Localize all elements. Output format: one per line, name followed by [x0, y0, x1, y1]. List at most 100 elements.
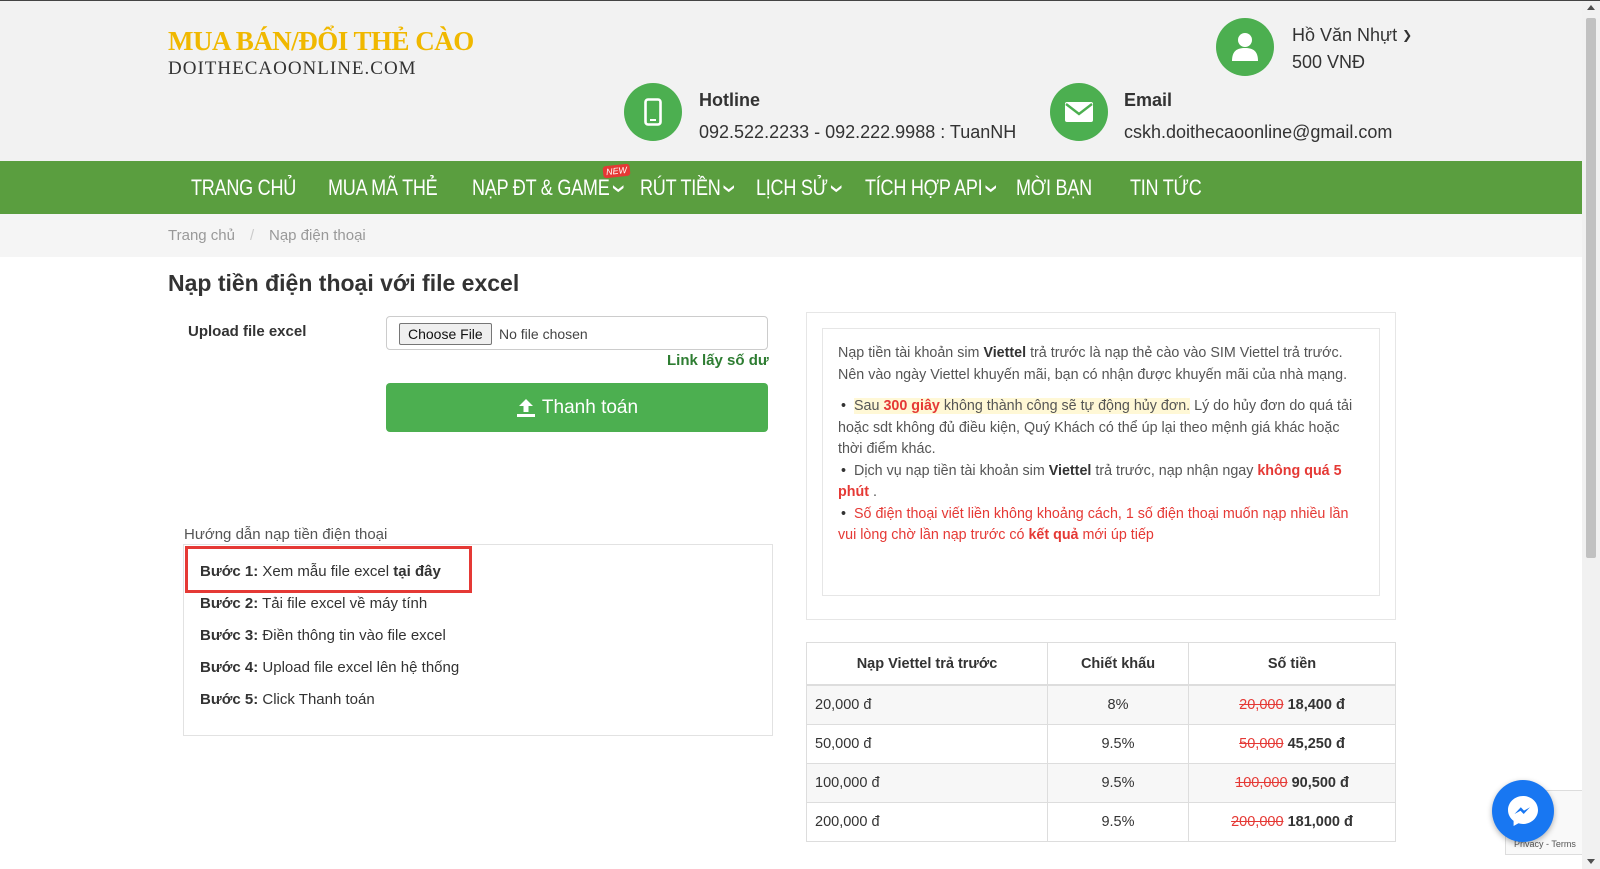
nav-label: NẠP ĐT & GAME: [472, 175, 610, 200]
new-price: 18,400 đ: [1287, 697, 1345, 713]
step-text: Click Thanh toán: [262, 691, 375, 708]
site-header: MUA BÁN/ĐỔI THẺ CÀO DOITHECAOONLINE.COM …: [0, 1, 1582, 161]
user-balance: 500 VNĐ: [1292, 52, 1366, 72]
cell-amount: 50,000 45,250 đ: [1188, 724, 1396, 764]
nav-item-invite[interactable]: MỜI BẠN: [1016, 161, 1092, 214]
email-value: cskh.doithecaoonline@gmail.com: [1124, 122, 1393, 142]
file-input[interactable]: Choose File No file chosen: [386, 316, 768, 350]
cell-denomination: 200,000 đ: [806, 802, 1048, 842]
guide-step-4: Bước 4: Upload file excel lên hệ thống: [200, 659, 459, 676]
breadcrumb-separator: /: [250, 227, 255, 244]
chevron-down-icon: ❯: [985, 183, 998, 194]
pay-button-label: Thanh toán: [541, 396, 639, 418]
table-row: 200,000 đ 9.5% 200,000 181,000 đ: [806, 802, 1396, 842]
nav-label: MUA MÃ THẺ: [328, 175, 438, 200]
guide-step-5: Bước 5: Click Thanh toán: [200, 691, 375, 708]
new-price: 45,250 đ: [1287, 736, 1345, 752]
step-label: Bước 4:: [200, 659, 259, 676]
table-row: 20,000 đ 8% 20,000 18,400 đ: [806, 684, 1396, 725]
step-text: Tải file excel về máy tính: [262, 595, 428, 612]
nav-item-home[interactable]: TRANG CHỦ: [191, 161, 296, 214]
scroll-down-icon[interactable]: [1587, 859, 1595, 864]
old-price: 100,000: [1235, 775, 1288, 791]
table-row: 50,000 đ 9.5% 50,000 45,250 đ: [806, 724, 1396, 764]
info-item-timeout: Sau 300 giây không thành công sẽ tự động…: [838, 396, 1365, 461]
scrollbar-thumb[interactable]: [1586, 18, 1596, 558]
col-header-amount: Số tiền: [1188, 642, 1396, 686]
old-price: 20,000: [1239, 697, 1284, 713]
chevron-down-icon: ❯: [723, 183, 736, 194]
nav-label: TRANG CHỦ: [191, 175, 297, 200]
choose-file-button[interactable]: Choose File: [399, 323, 492, 345]
col-header-discount: Chiết khấu: [1047, 642, 1189, 686]
cell-denomination: 20,000 đ: [806, 684, 1048, 725]
upload-label: Upload file excel: [188, 323, 307, 340]
logo-sub-text: DOITHECAOONLINE.COM: [168, 58, 417, 79]
nav-item-history[interactable]: LỊCH SỬ ❯: [756, 161, 843, 214]
cell-amount: 20,000 18,400 đ: [1188, 684, 1396, 725]
col-header-denomination: Nạp Viettel trả trước: [806, 642, 1048, 686]
user-avatar-icon[interactable]: [1216, 18, 1274, 76]
nav-label: TIN TỨC: [1130, 175, 1202, 200]
nav-label: MỜI BẠN: [1016, 175, 1092, 200]
new-price: 181,000 đ: [1287, 814, 1353, 830]
step-label: Bước 5:: [200, 691, 259, 708]
info-list: Sau 300 giây không thành công sẽ tự động…: [838, 396, 1365, 547]
cell-denomination: 100,000 đ: [806, 763, 1048, 803]
info-item-speed: Dịch vụ nạp tiền tài khoản sim Viettel t…: [838, 461, 1365, 504]
hotline-title: Hotline: [699, 90, 760, 110]
guide-title: Hướng dẫn nạp tiền điện thoại: [184, 526, 388, 543]
nav-item-api[interactable]: TÍCH HỢP API ❯: [865, 161, 998, 214]
step-label: Bước 3:: [200, 627, 259, 644]
upload-icon: [516, 398, 535, 417]
breadcrumb: Trang chủ / Nạp điện thoại: [0, 214, 1582, 257]
cell-amount: 100,000 90,500 đ: [1188, 763, 1396, 803]
breadcrumb-home[interactable]: Trang chủ: [168, 227, 235, 244]
old-price: 50,000: [1239, 736, 1284, 752]
pay-button[interactable]: Thanh toán: [386, 383, 768, 432]
main-nav: TRANG CHỦ MUA MÃ THẺ NẠP ĐT & GAME ❯ RÚT …: [0, 161, 1582, 214]
messenger-chat-button[interactable]: [1492, 780, 1554, 842]
cell-discount: 9.5%: [1047, 802, 1189, 842]
new-price: 90,500 đ: [1291, 775, 1349, 791]
envelope-icon: [1050, 83, 1108, 141]
cell-discount: 8%: [1047, 684, 1189, 725]
nav-item-news[interactable]: TIN TỨC: [1130, 161, 1202, 214]
balance-link[interactable]: Link lấy số dư: [667, 352, 769, 369]
file-status: No file chosen: [499, 326, 588, 342]
logo-main-text: MUA BÁN/ĐỔI THẺ CÀO: [168, 26, 474, 56]
chevron-down-icon: ❯: [1402, 28, 1413, 42]
cell-amount: 200,000 181,000 đ: [1188, 802, 1396, 842]
messenger-icon: [1508, 796, 1538, 826]
nav-item-withdraw[interactable]: RÚT TIỀN ❯: [640, 161, 736, 214]
guide-step-3: Bước 3: Điền thông tin vào file excel: [200, 627, 446, 644]
cell-discount: 9.5%: [1047, 724, 1189, 764]
old-price: 200,000: [1231, 814, 1284, 830]
email-title: Email: [1124, 90, 1173, 110]
user-menu-toggle[interactable]: Hồ Văn Nhựt ❯: [1292, 25, 1412, 46]
info-panel: Nạp tiền tài khoản sim Viettel trả trước…: [806, 312, 1396, 620]
hotline-value: 092.522.2233 - 092.222.9988 : TuanNH: [699, 122, 1017, 142]
site-logo[interactable]: MUA BÁN/ĐỔI THẺ CÀO DOITHECAOONLINE.COM: [168, 25, 474, 81]
table-header-row: Nạp Viettel trả trước Chiết khấu Số tiền: [806, 642, 1396, 686]
price-table: Nạp Viettel trả trước Chiết khấu Số tiền…: [806, 642, 1396, 842]
info-intro: Nạp tiền tài khoản sim Viettel trả trước…: [838, 345, 1348, 383]
breadcrumb-current: Nạp điện thoại: [269, 227, 366, 244]
nav-item-buy-card[interactable]: MUA MÃ THẺ: [328, 161, 438, 214]
step-label: Bước 2:: [200, 595, 259, 612]
nav-item-topup-game[interactable]: NẠP ĐT & GAME ❯: [472, 161, 625, 214]
scroll-up-icon[interactable]: [1587, 5, 1595, 10]
info-item-format: Số điện thoại viết liền không khoảng các…: [838, 504, 1365, 547]
step-text: Upload file excel lên hệ thống: [262, 659, 460, 676]
info-content: Nạp tiền tài khoản sim Viettel trả trước…: [822, 328, 1380, 596]
chevron-down-icon: ❯: [612, 183, 625, 194]
page-title: Nạp tiền điện thoại với file excel: [168, 270, 520, 296]
step-text: Điền thông tin vào file excel: [262, 627, 446, 644]
chevron-down-icon: ❯: [830, 183, 844, 194]
table-row: 100,000 đ 9.5% 100,000 90,500 đ: [806, 763, 1396, 803]
guide-step-2: Bước 2: Tải file excel về máy tính: [200, 595, 427, 612]
vertical-scrollbar[interactable]: [1582, 1, 1600, 869]
cell-discount: 9.5%: [1047, 763, 1189, 803]
phone-icon: [624, 83, 682, 141]
step-1-highlight-annotation: [185, 546, 472, 593]
